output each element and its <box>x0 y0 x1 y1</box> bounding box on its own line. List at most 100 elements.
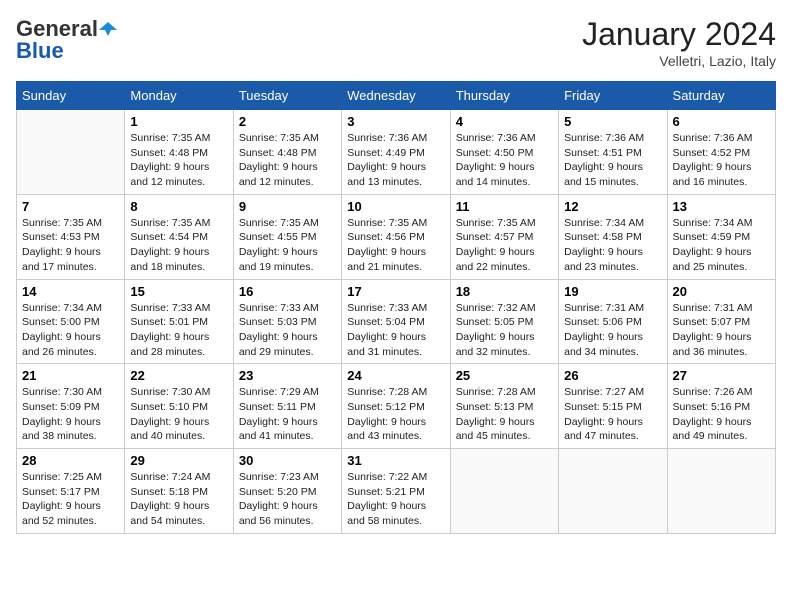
calendar-cell: 18 Sunrise: 7:32 AMSunset: 5:05 PMDayligh… <box>450 279 558 364</box>
day-info: Sunrise: 7:35 AMSunset: 4:55 PMDaylight:… <box>239 216 336 275</box>
day-number: 19 <box>564 284 661 299</box>
calendar-cell: 16 Sunrise: 7:33 AMSunset: 5:03 PMDayligh… <box>233 279 341 364</box>
day-number: 3 <box>347 114 444 129</box>
day-number: 7 <box>22 199 119 214</box>
day-number: 8 <box>130 199 227 214</box>
page-header: General Blue January 2024 Velletri, Lazi… <box>16 16 776 69</box>
day-info: Sunrise: 7:26 AMSunset: 5:16 PMDaylight:… <box>673 385 770 444</box>
day-number: 23 <box>239 368 336 383</box>
day-info: Sunrise: 7:35 AMSunset: 4:53 PMDaylight:… <box>22 216 119 275</box>
calendar-cell: 4 Sunrise: 7:36 AMSunset: 4:50 PMDaylight… <box>450 110 558 195</box>
day-number: 15 <box>130 284 227 299</box>
calendar-cell: 1 Sunrise: 7:35 AMSunset: 4:48 PMDaylight… <box>125 110 233 195</box>
calendar-cell: 3 Sunrise: 7:36 AMSunset: 4:49 PMDaylight… <box>342 110 450 195</box>
day-info: Sunrise: 7:35 AMSunset: 4:48 PMDaylight:… <box>130 131 227 190</box>
day-number: 28 <box>22 453 119 468</box>
day-number: 11 <box>456 199 553 214</box>
day-number: 17 <box>347 284 444 299</box>
day-info: Sunrise: 7:27 AMSunset: 5:15 PMDaylight:… <box>564 385 661 444</box>
calendar-cell: 21 Sunrise: 7:30 AMSunset: 5:09 PMDayligh… <box>17 364 125 449</box>
day-number: 4 <box>456 114 553 129</box>
calendar-cell: 28Sunrise: 7:25 AMSunset: 5:17 PMDayligh… <box>17 449 125 534</box>
day-number: 22 <box>130 368 227 383</box>
day-info: Sunrise: 7:35 AMSunset: 4:57 PMDaylight:… <box>456 216 553 275</box>
calendar-cell: 5 Sunrise: 7:36 AMSunset: 4:51 PMDaylight… <box>559 110 667 195</box>
calendar-cell: 10 Sunrise: 7:35 AMSunset: 4:56 PMDayligh… <box>342 194 450 279</box>
calendar-cell: 22Sunrise: 7:30 AMSunset: 5:10 PMDayligh… <box>125 364 233 449</box>
weekday-header-thursday: Thursday <box>450 82 558 110</box>
day-info: Sunrise: 7:30 AMSunset: 5:09 PMDaylight:… <box>22 385 119 444</box>
calendar-cell: 7 Sunrise: 7:35 AMSunset: 4:53 PMDaylight… <box>17 194 125 279</box>
day-number: 31 <box>347 453 444 468</box>
day-number: 27 <box>673 368 770 383</box>
day-number: 5 <box>564 114 661 129</box>
calendar-cell <box>450 449 558 534</box>
day-info: Sunrise: 7:35 AMSunset: 4:48 PMDaylight:… <box>239 131 336 190</box>
calendar-cell: 20 Sunrise: 7:31 AMSunset: 5:07 PMDayligh… <box>667 279 775 364</box>
day-info: Sunrise: 7:34 AMSunset: 5:00 PMDaylight:… <box>22 301 119 360</box>
day-info: Sunrise: 7:32 AMSunset: 5:05 PMDaylight:… <box>456 301 553 360</box>
calendar-cell: 13Sunrise: 7:34 AMSunset: 4:59 PMDayligh… <box>667 194 775 279</box>
week-row-2: 7 Sunrise: 7:35 AMSunset: 4:53 PMDaylight… <box>17 194 776 279</box>
calendar-cell <box>17 110 125 195</box>
calendar-cell: 12Sunrise: 7:34 AMSunset: 4:58 PMDayligh… <box>559 194 667 279</box>
calendar-cell: 24 Sunrise: 7:28 AMSunset: 5:12 PMDayligh… <box>342 364 450 449</box>
month-title: January 2024 <box>582 16 776 53</box>
day-number: 29 <box>130 453 227 468</box>
calendar-cell: 2Sunrise: 7:35 AMSunset: 4:48 PMDaylight… <box>233 110 341 195</box>
logo-bird-icon <box>99 20 117 38</box>
day-info: Sunrise: 7:29 AMSunset: 5:11 PMDaylight:… <box>239 385 336 444</box>
day-number: 6 <box>673 114 770 129</box>
day-info: Sunrise: 7:28 AMSunset: 5:12 PMDaylight:… <box>347 385 444 444</box>
day-info: Sunrise: 7:28 AMSunset: 5:13 PMDaylight:… <box>456 385 553 444</box>
weekday-header-wednesday: Wednesday <box>342 82 450 110</box>
day-info: Sunrise: 7:36 AMSunset: 4:50 PMDaylight:… <box>456 131 553 190</box>
day-info: Sunrise: 7:31 AMSunset: 5:07 PMDaylight:… <box>673 301 770 360</box>
day-number: 14 <box>22 284 119 299</box>
day-info: Sunrise: 7:36 AMSunset: 4:51 PMDaylight:… <box>564 131 661 190</box>
day-info: Sunrise: 7:34 AMSunset: 4:58 PMDaylight:… <box>564 216 661 275</box>
day-number: 13 <box>673 199 770 214</box>
day-info: Sunrise: 7:23 AMSunset: 5:20 PMDaylight:… <box>239 470 336 529</box>
day-number: 21 <box>22 368 119 383</box>
day-info: Sunrise: 7:36 AMSunset: 4:49 PMDaylight:… <box>347 131 444 190</box>
day-number: 24 <box>347 368 444 383</box>
day-info: Sunrise: 7:33 AMSunset: 5:04 PMDaylight:… <box>347 301 444 360</box>
calendar-table: SundayMondayTuesdayWednesdayThursdayFrid… <box>16 81 776 534</box>
day-number: 30 <box>239 453 336 468</box>
weekday-header-sunday: Sunday <box>17 82 125 110</box>
weekday-header-row: SundayMondayTuesdayWednesdayThursdayFrid… <box>17 82 776 110</box>
day-number: 9 <box>239 199 336 214</box>
calendar-cell <box>667 449 775 534</box>
weekday-header-saturday: Saturday <box>667 82 775 110</box>
calendar-cell: 19 Sunrise: 7:31 AMSunset: 5:06 PMDayligh… <box>559 279 667 364</box>
day-number: 18 <box>456 284 553 299</box>
day-info: Sunrise: 7:22 AMSunset: 5:21 PMDaylight:… <box>347 470 444 529</box>
week-row-3: 14 Sunrise: 7:34 AMSunset: 5:00 PMDayligh… <box>17 279 776 364</box>
weekday-header-monday: Monday <box>125 82 233 110</box>
day-number: 10 <box>347 199 444 214</box>
calendar-cell: 25Sunrise: 7:28 AMSunset: 5:13 PMDayligh… <box>450 364 558 449</box>
calendar-cell: 11 Sunrise: 7:35 AMSunset: 4:57 PMDayligh… <box>450 194 558 279</box>
day-info: Sunrise: 7:24 AMSunset: 5:18 PMDaylight:… <box>130 470 227 529</box>
day-number: 20 <box>673 284 770 299</box>
day-info: Sunrise: 7:33 AMSunset: 5:03 PMDaylight:… <box>239 301 336 360</box>
logo-blue-text: Blue <box>16 38 64 64</box>
day-info: Sunrise: 7:33 AMSunset: 5:01 PMDaylight:… <box>130 301 227 360</box>
week-row-4: 21 Sunrise: 7:30 AMSunset: 5:09 PMDayligh… <box>17 364 776 449</box>
day-number: 16 <box>239 284 336 299</box>
weekday-header-friday: Friday <box>559 82 667 110</box>
day-number: 26 <box>564 368 661 383</box>
calendar-cell: 31 Sunrise: 7:22 AMSunset: 5:21 PMDayligh… <box>342 449 450 534</box>
calendar-cell: 6Sunrise: 7:36 AMSunset: 4:52 PMDaylight… <box>667 110 775 195</box>
day-info: Sunrise: 7:35 AMSunset: 4:56 PMDaylight:… <box>347 216 444 275</box>
day-info: Sunrise: 7:31 AMSunset: 5:06 PMDaylight:… <box>564 301 661 360</box>
calendar-cell: 17 Sunrise: 7:33 AMSunset: 5:04 PMDayligh… <box>342 279 450 364</box>
calendar-cell: 26 Sunrise: 7:27 AMSunset: 5:15 PMDayligh… <box>559 364 667 449</box>
calendar-cell: 27 Sunrise: 7:26 AMSunset: 5:16 PMDayligh… <box>667 364 775 449</box>
week-row-1: 1 Sunrise: 7:35 AMSunset: 4:48 PMDaylight… <box>17 110 776 195</box>
week-row-5: 28Sunrise: 7:25 AMSunset: 5:17 PMDayligh… <box>17 449 776 534</box>
calendar-cell: 14 Sunrise: 7:34 AMSunset: 5:00 PMDayligh… <box>17 279 125 364</box>
calendar-cell: 15 Sunrise: 7:33 AMSunset: 5:01 PMDayligh… <box>125 279 233 364</box>
day-number: 1 <box>130 114 227 129</box>
